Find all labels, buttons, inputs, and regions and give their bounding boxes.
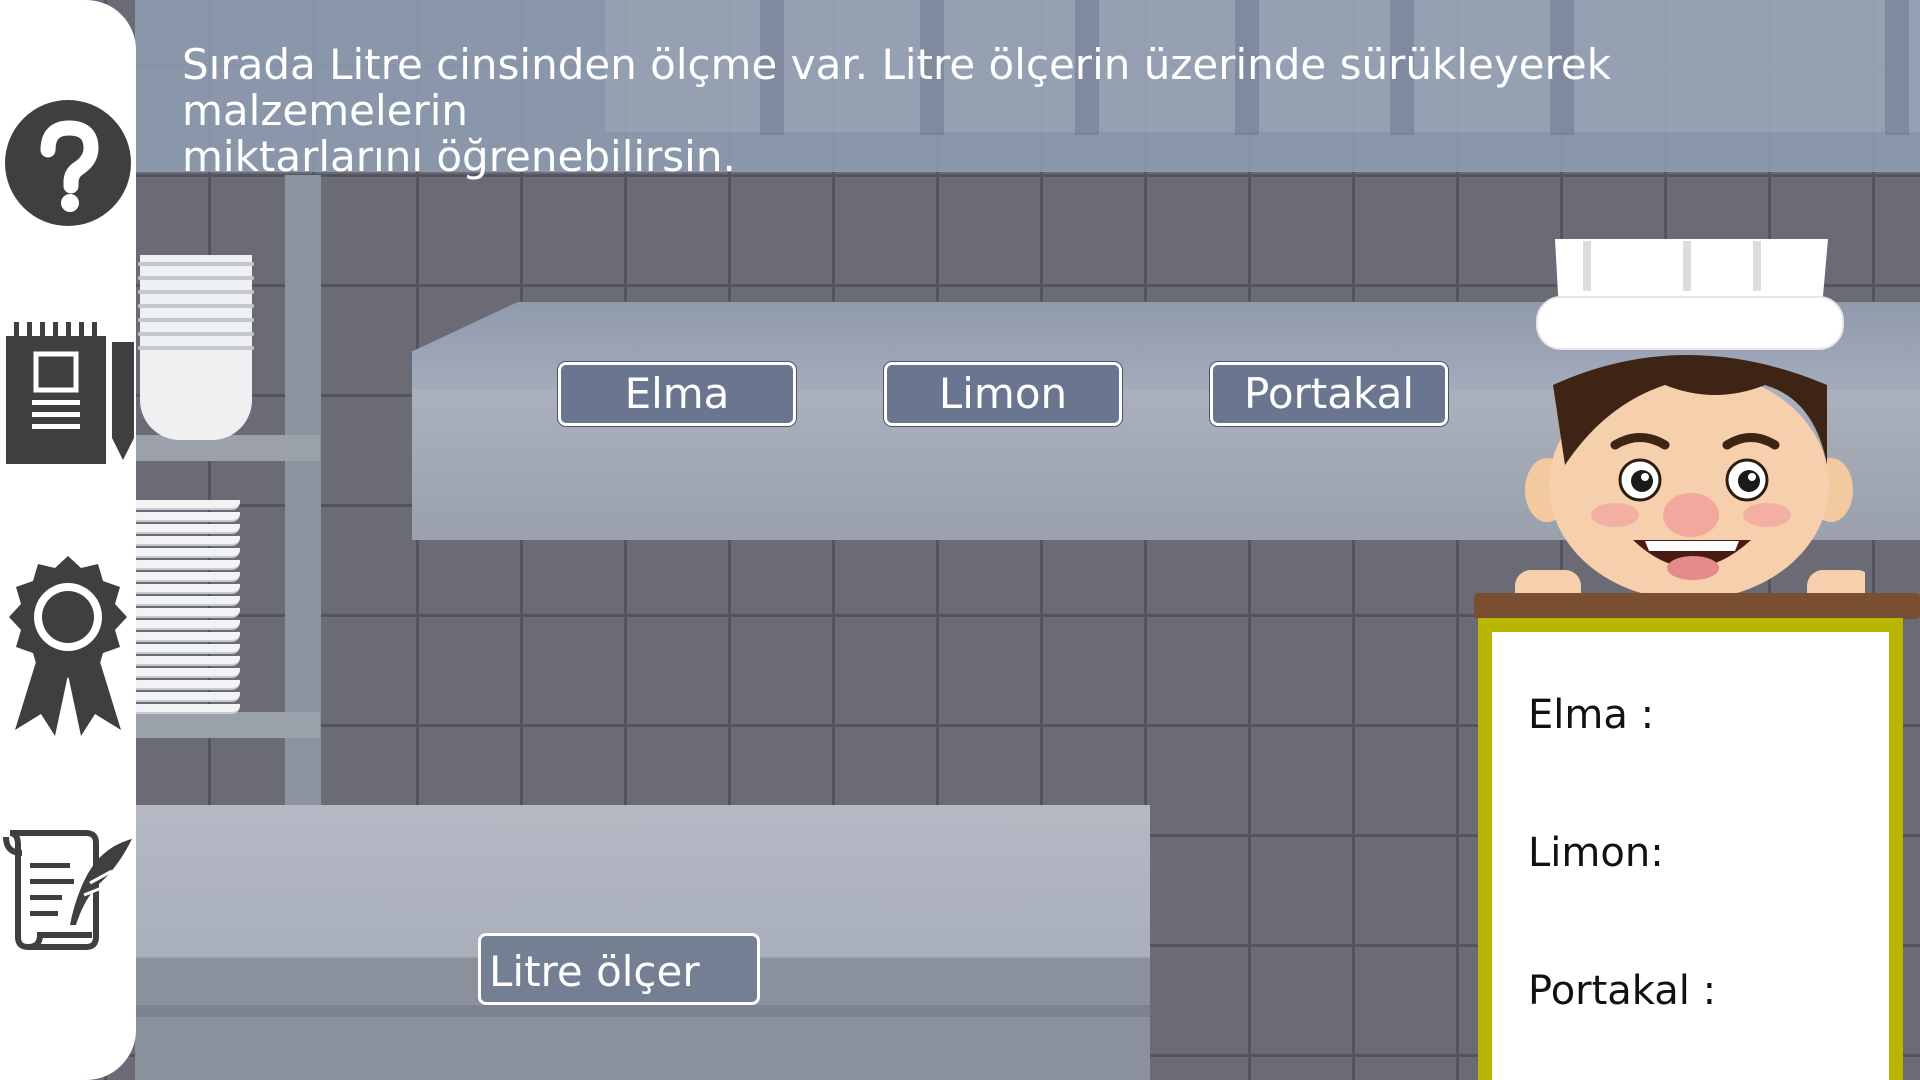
shelf-board: [130, 712, 320, 738]
notepad-pencil-icon: [6, 322, 134, 464]
sidebar: [0, 0, 136, 1080]
ingredient-button-portakal[interactable]: Portakal: [1210, 362, 1448, 426]
scroll-quill-icon: [3, 830, 132, 950]
instruction-line-1: Sırada Litre cinsinden ölçme var. Litre …: [182, 40, 1612, 135]
shelf-board: [130, 435, 320, 461]
chef-hat: [1536, 239, 1844, 350]
result-row-elma: Elma :: [1528, 692, 1655, 738]
result-row-portakal: Portakal :: [1528, 968, 1717, 1014]
question-mark-icon: [5, 99, 131, 226]
notebook-button[interactable]: [0, 318, 136, 468]
achievements-button[interactable]: [0, 552, 136, 742]
litre-measure-button[interactable]: Litre ölçer: [478, 933, 760, 1005]
help-button[interactable]: [0, 95, 136, 230]
board-ledge: [1474, 593, 1920, 619]
chef-nose: [1663, 493, 1719, 537]
ingredient-button-elma[interactable]: Elma: [558, 362, 796, 426]
instruction-text: Sırada Litre cinsinden ölçme var. Litre …: [182, 42, 1902, 180]
kitchen-scene: Sırada Litre cinsinden ölçme var. Litre …: [0, 0, 1920, 1080]
results-board: Elma : Limon: Portakal :: [1478, 618, 1903, 1080]
notes-button[interactable]: [0, 825, 136, 955]
instruction-line-2: miktarlarını öğrenebilirsin.: [182, 132, 736, 181]
ingredient-button-limon[interactable]: Limon: [884, 362, 1122, 426]
award-ribbon-icon: [9, 556, 127, 736]
result-row-limon: Limon:: [1528, 830, 1664, 876]
chef-character: [1515, 239, 1865, 614]
